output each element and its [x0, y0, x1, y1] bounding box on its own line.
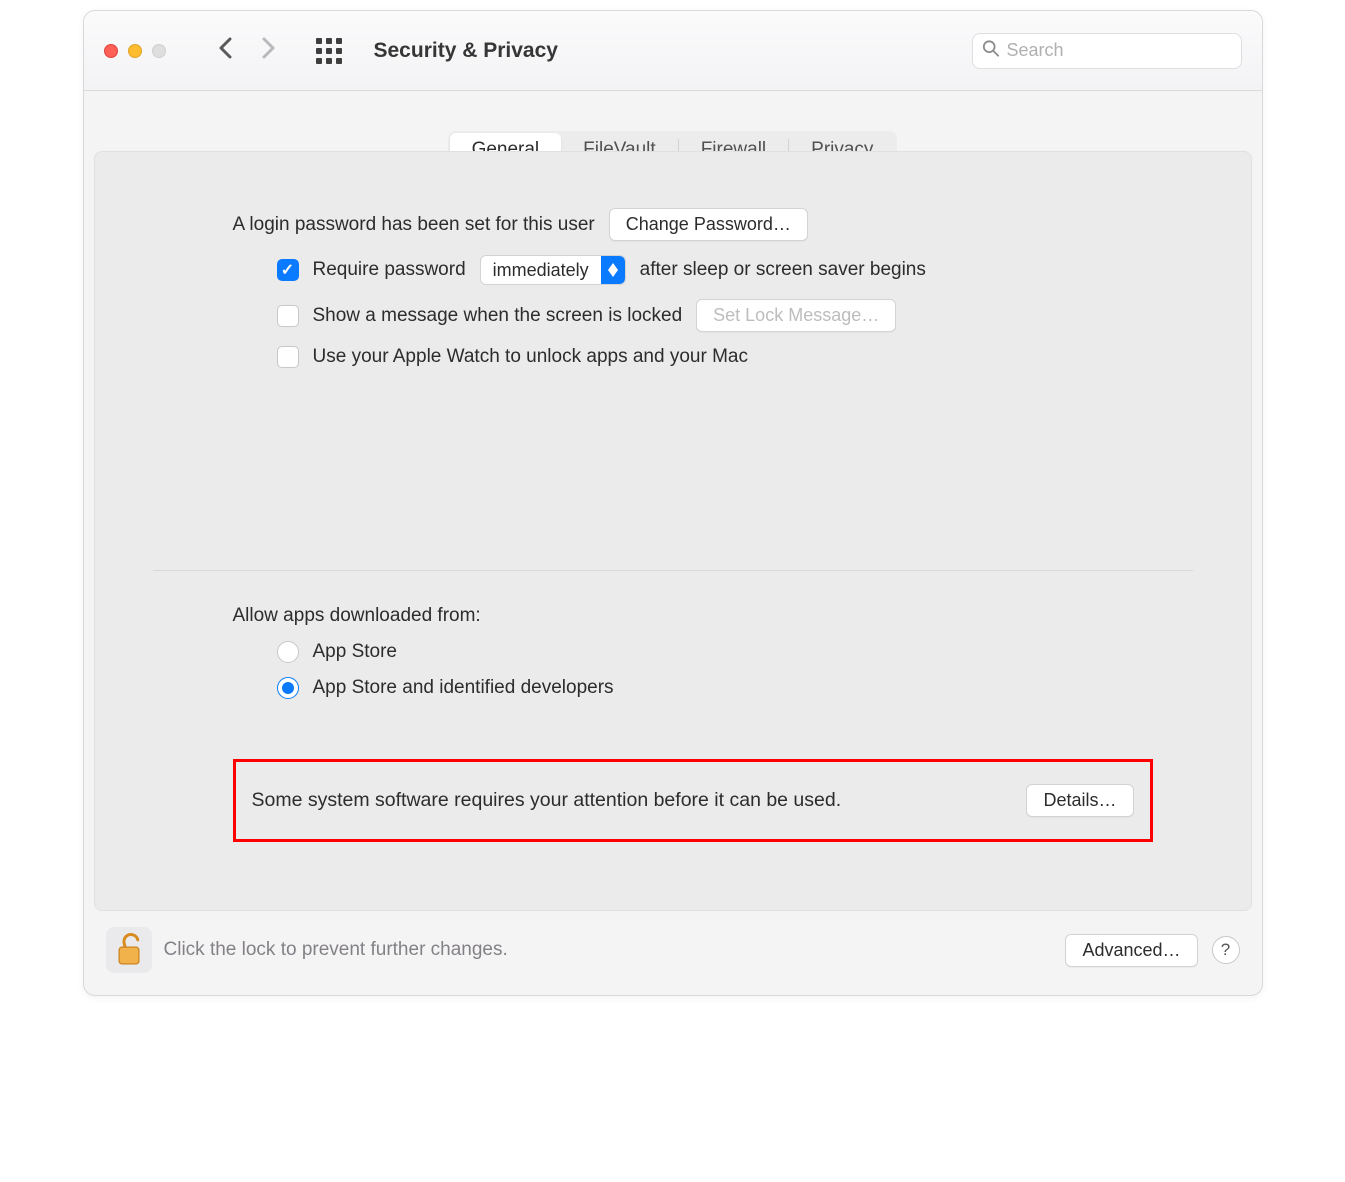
advanced-button[interactable]: Advanced… [1065, 934, 1197, 967]
chevron-left-icon [218, 37, 232, 59]
require-password-label-post: after sleep or screen saver begins [640, 259, 926, 281]
select-stepper-icon [601, 256, 625, 284]
help-button[interactable]: ? [1212, 936, 1240, 964]
require-password-label-pre: Require password [313, 259, 466, 281]
close-window-icon[interactable] [104, 44, 118, 58]
attention-highlight: Some system software requires your atten… [233, 759, 1153, 842]
show-all-prefs-button[interactable] [316, 38, 342, 64]
require-password-delay-select[interactable]: immediately [480, 255, 626, 285]
lock-button[interactable] [106, 927, 152, 973]
forward-button [254, 31, 284, 70]
apple-watch-label: Use your Apple Watch to unlock apps and … [313, 346, 748, 368]
minimize-window-icon[interactable] [128, 44, 142, 58]
search-icon [982, 39, 1000, 62]
change-password-button[interactable]: Change Password… [609, 208, 808, 241]
search-field-wrap [972, 33, 1242, 69]
radio-identified-developers[interactable] [277, 677, 299, 699]
allow-apps-heading: Allow apps downloaded from: [233, 605, 481, 627]
radio-app-store-label: App Store [313, 641, 398, 663]
unlocked-lock-icon [115, 933, 143, 967]
chevron-right-icon [262, 37, 276, 59]
set-lock-message-button: Set Lock Message… [696, 299, 896, 332]
zoom-window-icon [152, 44, 166, 58]
apple-watch-checkbox[interactable] [277, 346, 299, 368]
divider [153, 570, 1193, 571]
radio-identified-label: App Store and identified developers [313, 677, 614, 699]
show-message-checkbox[interactable] [277, 305, 299, 327]
details-button[interactable]: Details… [1026, 784, 1133, 817]
system-preferences-window: Security & Privacy General FileVault Fir… [83, 10, 1263, 996]
window-title: Security & Privacy [374, 39, 558, 63]
require-password-checkbox[interactable]: ✓ [277, 259, 299, 281]
footer: Click the lock to prevent further change… [84, 911, 1262, 995]
show-message-label: Show a message when the screen is locked [313, 305, 683, 327]
attention-text: Some system software requires your atten… [252, 789, 842, 812]
search-input[interactable] [972, 33, 1242, 69]
select-value: immediately [481, 260, 601, 281]
content: General FileVault Firewall Privacy A log… [84, 91, 1262, 911]
traffic-lights [104, 44, 166, 58]
general-panel: A login password has been set for this u… [94, 151, 1252, 911]
login-password-text: A login password has been set for this u… [233, 214, 595, 236]
lock-hint-text: Click the lock to prevent further change… [164, 939, 508, 961]
toolbar: Security & Privacy [84, 11, 1262, 91]
back-button[interactable] [210, 31, 240, 70]
radio-app-store[interactable] [277, 641, 299, 663]
